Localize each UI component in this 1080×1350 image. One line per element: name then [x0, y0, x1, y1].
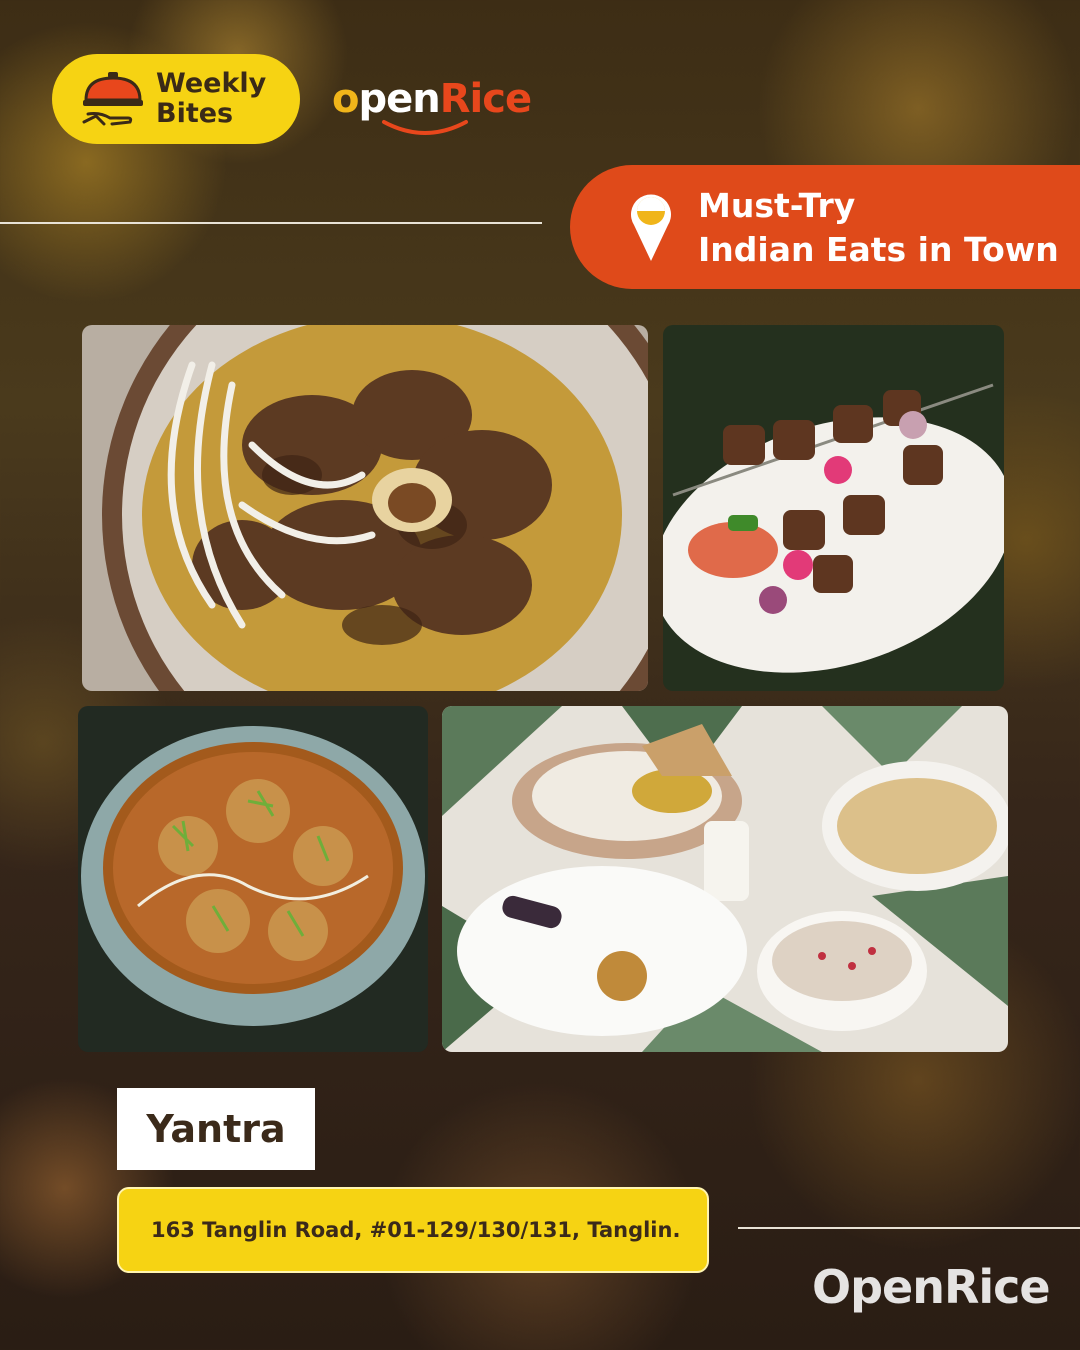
- cloche-hand-icon: [82, 72, 143, 126]
- logo-smile-icon: [382, 120, 468, 135]
- restaurant-name: Yantra: [146, 1107, 286, 1151]
- kebab-skewer-photo: [663, 325, 1004, 691]
- footer-openrice-logo: OpenRice: [812, 1260, 1051, 1314]
- thali-spread-photo: [442, 706, 1008, 1052]
- openrice-logo: openRice: [332, 76, 532, 122]
- address-box: 163 Tanglin Road, #01-129/130/131, Tangl…: [117, 1187, 709, 1273]
- restaurant-address: 163 Tanglin Road, #01-129/130/131, Tangl…: [151, 1218, 681, 1242]
- kofta-curry-photo: [78, 706, 428, 1052]
- restaurant-name-box: Yantra: [117, 1088, 315, 1170]
- divider-line: [0, 222, 542, 224]
- weekly-bites-label: Weekly Bites: [156, 68, 267, 129]
- divider-line-bottom: [738, 1227, 1080, 1229]
- weekly-bites-badge: Weekly Bites: [52, 54, 300, 144]
- mutton-curry-photo: [82, 325, 648, 691]
- must-try-heading: Must-Try Indian Eats in Town: [698, 186, 1059, 269]
- location-pin-icon: [631, 194, 671, 261]
